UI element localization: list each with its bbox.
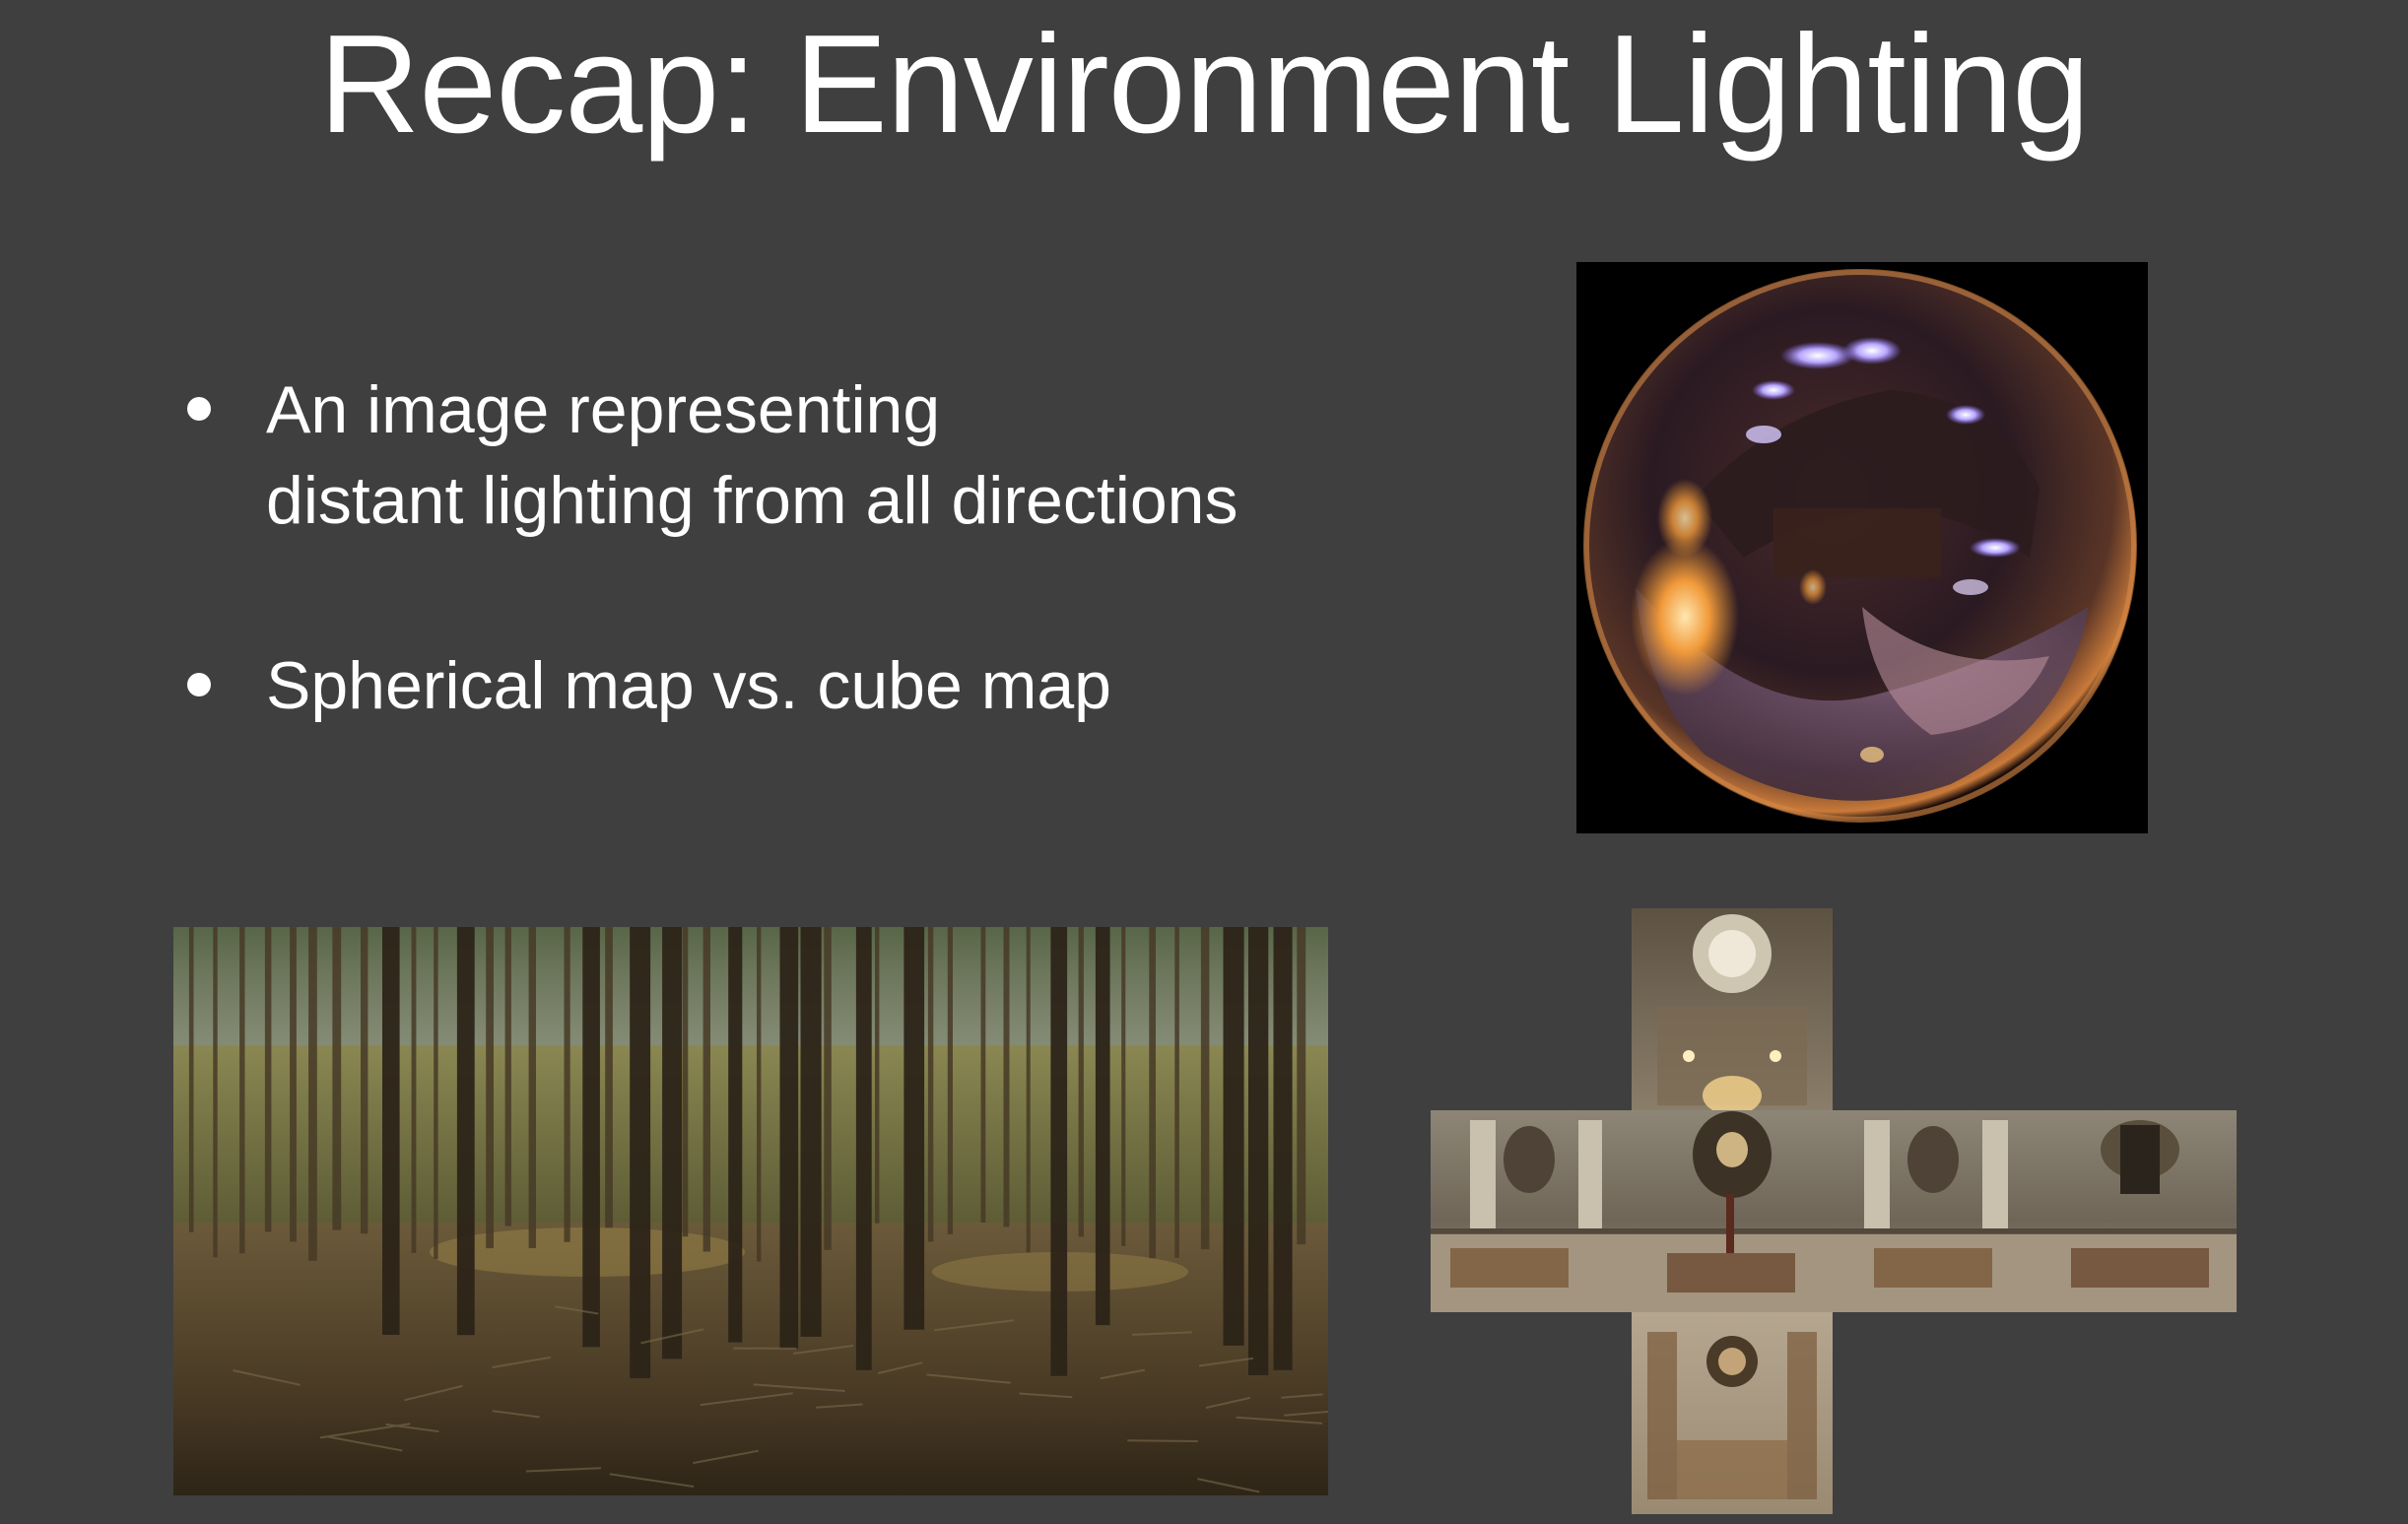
tree-trunk <box>605 927 613 1228</box>
slide-title: Recap: Environment Lighting <box>318 6 2090 163</box>
tree-trunk <box>927 927 934 1242</box>
tree-trunk <box>213 927 218 1258</box>
tree-trunk <box>682 927 689 1237</box>
tree-trunk <box>486 927 494 1249</box>
tree-trunk <box>903 927 925 1330</box>
slide: Recap: Environment Lighting An image rep… <box>0 0 2408 1524</box>
tree-trunk <box>1050 927 1068 1376</box>
tree-trunk <box>456 927 475 1336</box>
tree-trunk <box>332 927 342 1230</box>
tree-trunk <box>947 927 953 1234</box>
tree-trunk <box>824 927 832 1250</box>
tree-trunk <box>564 927 570 1242</box>
bullet-dot-icon <box>187 673 211 696</box>
tree-trunk <box>264 927 272 1232</box>
cube-map-image <box>1431 908 2237 1514</box>
tree-trunk <box>1223 927 1244 1346</box>
bullet-item: An image representing distant lighting f… <box>183 364 1237 546</box>
tree-trunk <box>1174 927 1179 1258</box>
tree-trunk <box>630 927 651 1379</box>
tree-trunk <box>702 927 710 1252</box>
tree-trunk <box>855 927 872 1370</box>
tree-trunk <box>1121 927 1126 1246</box>
tree-trunk <box>1200 927 1210 1250</box>
bullet-text-line: distant lighting from all directions <box>266 463 1238 538</box>
tree-trunk <box>1248 927 1269 1375</box>
tree-trunk <box>757 927 762 1262</box>
tree-trunk <box>1003 927 1010 1227</box>
fallen-branch <box>1127 1439 1198 1442</box>
tree-trunk <box>308 927 317 1261</box>
tree-trunk <box>528 927 536 1248</box>
tree-trunk <box>779 927 799 1350</box>
tree-trunk <box>800 927 822 1337</box>
forest-panorama-image <box>173 927 1328 1495</box>
tree-trunk <box>1095 927 1110 1326</box>
tree-trunk <box>504 927 511 1226</box>
light-probe-image <box>1576 262 2148 833</box>
tree-trunk <box>290 927 297 1242</box>
tree-trunk <box>728 927 743 1343</box>
tree-trunk <box>1297 927 1306 1245</box>
tree-trunk <box>662 927 683 1359</box>
tree-trunk <box>1273 927 1293 1370</box>
tree-trunk <box>434 927 438 1259</box>
tree-trunk <box>1149 927 1156 1259</box>
tree-trunk <box>582 927 600 1348</box>
tree-trunk <box>1078 927 1084 1237</box>
bullet-text-line: An image representing <box>266 372 941 447</box>
tree-trunk <box>875 927 880 1224</box>
bullet-list: An image representing distant lighting f… <box>183 364 1237 731</box>
tree-trunk <box>239 927 245 1254</box>
tree-trunk <box>980 927 986 1223</box>
tree-trunk <box>382 927 400 1335</box>
tree-trunk <box>1026 927 1031 1253</box>
bullet-dot-icon <box>187 397 211 421</box>
tree-trunk <box>411 927 417 1253</box>
tree-trunk <box>361 927 368 1234</box>
tree-trunk <box>188 927 194 1232</box>
bullet-item: Spherical map vs. cube map <box>183 640 1237 731</box>
bullet-text-line: Spherical map vs. cube map <box>266 648 1111 723</box>
